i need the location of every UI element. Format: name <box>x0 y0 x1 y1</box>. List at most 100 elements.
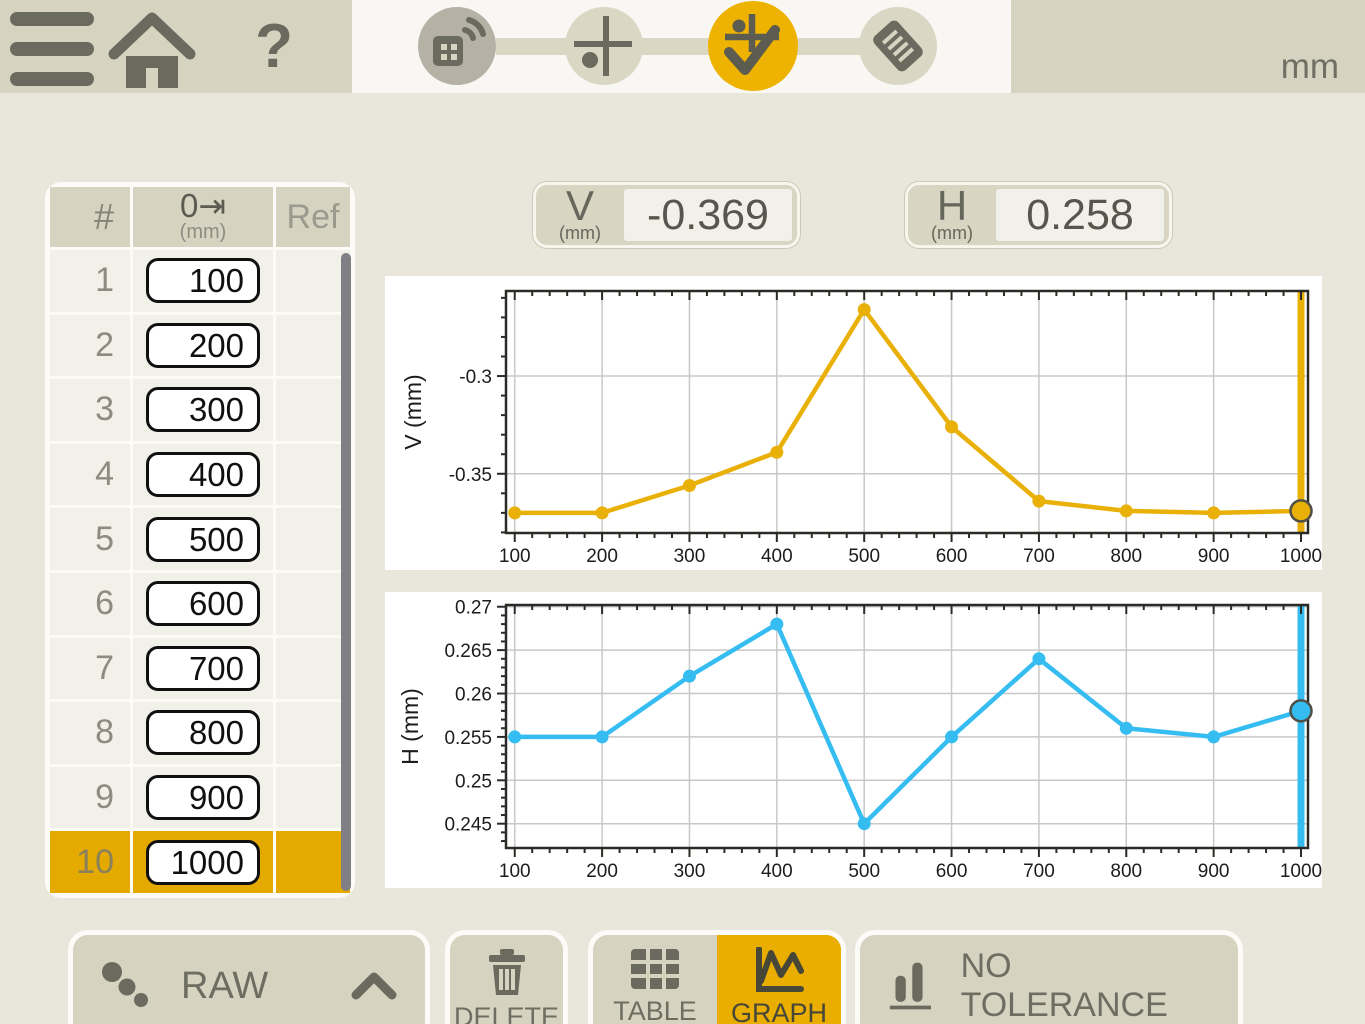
x-tick-label: 700 <box>1023 861 1055 882</box>
distance-value-input[interactable]: 700 <box>146 646 260 691</box>
measurement-table: # 0⇥ (mm) Ref 11002200330044005500660077… <box>45 182 355 898</box>
x-tick-label: 400 <box>761 861 793 882</box>
tolerance-button-label: NO TOLERANCE <box>961 947 1210 1024</box>
y-axis-label: V (mm) <box>400 374 426 449</box>
distance-cell: 800 <box>133 702 273 764</box>
ref-cell <box>276 573 350 635</box>
step-connector <box>796 38 860 55</box>
y-tick-label: -0.35 <box>449 465 492 486</box>
y-axis-label: H (mm) <box>397 688 423 765</box>
distance-value-input[interactable]: 500 <box>146 517 260 562</box>
data-line <box>515 624 1301 824</box>
graph-view-button[interactable]: GRAPH <box>717 935 841 1024</box>
distance-value-input[interactable]: 800 <box>146 710 260 755</box>
step-sensor-connection[interactable] <box>418 7 496 85</box>
data-point <box>1032 495 1045 508</box>
view-toggle: TABLE GRAPH <box>588 930 846 1024</box>
h-chart-panel: 10020030040050060070080090010000.2450.25… <box>385 592 1322 888</box>
distance-value-input[interactable]: 100 <box>146 258 260 303</box>
col-header-ref: Ref <box>276 187 350 247</box>
row-number[interactable]: 4 <box>50 444 130 506</box>
ref-cell <box>276 315 350 377</box>
row-number[interactable]: 1 <box>50 250 130 312</box>
step-report[interactable] <box>859 7 937 85</box>
row-number[interactable]: 6 <box>50 573 130 635</box>
tolerance-button[interactable]: NO TOLERANCE <box>855 930 1243 1024</box>
x-tick-label: 600 <box>936 861 968 882</box>
table-icon <box>629 947 681 991</box>
data-point <box>1120 722 1133 735</box>
y-tick-label: 0.255 <box>444 728 492 749</box>
x-tick-label: 600 <box>936 546 968 567</box>
distance-cell: 700 <box>133 638 273 700</box>
distance-cell: 1000 <box>133 831 273 893</box>
row-number[interactable]: 2 <box>50 315 130 377</box>
home-button[interactable] <box>104 6 200 90</box>
row-number[interactable]: 9 <box>50 767 130 829</box>
distance-value-input[interactable]: 300 <box>146 387 260 432</box>
distance-cell: 300 <box>133 379 273 441</box>
step-connector <box>496 38 566 55</box>
data-point <box>683 670 696 683</box>
ref-cell <box>276 767 350 829</box>
current-data-point <box>1291 700 1312 721</box>
distance-cell: 200 <box>133 315 273 377</box>
y-tick-label: 0.26 <box>455 685 492 706</box>
home-icon <box>104 6 200 90</box>
h-chart[interactable]: 10020030040050060070080090010000.2450.25… <box>385 592 1322 888</box>
distance-cell: 500 <box>133 508 273 570</box>
raw-values-button[interactable]: RAW <box>68 930 430 1024</box>
distance-value-input[interactable]: 600 <box>146 581 260 626</box>
delete-button[interactable]: DELETE <box>445 930 568 1024</box>
row-number[interactable]: 10 <box>50 831 130 893</box>
measure-check-icon <box>717 10 789 82</box>
distance-value-input[interactable]: 400 <box>146 452 260 497</box>
distance-value-input[interactable]: 1000 <box>146 840 260 885</box>
data-point <box>508 730 521 743</box>
data-point <box>683 479 696 492</box>
data-point <box>858 303 871 316</box>
x-tick-label: 900 <box>1198 546 1230 567</box>
y-tick-label: 0.245 <box>444 815 492 836</box>
distance-value-input[interactable]: 900 <box>146 775 260 820</box>
help-button[interactable]: ? <box>244 8 304 88</box>
ref-cell <box>276 444 350 506</box>
y-tick-label: 0.265 <box>444 641 492 662</box>
table-scrollbar[interactable] <box>341 253 351 891</box>
menu-button[interactable] <box>10 10 94 86</box>
v-readout: V (mm) -0.369 <box>533 182 800 248</box>
table-view-button[interactable]: TABLE <box>593 935 717 1024</box>
data-point <box>596 730 609 743</box>
x-tick-label: 200 <box>586 861 618 882</box>
step-measure[interactable] <box>708 1 798 91</box>
row-number[interactable]: 7 <box>50 638 130 700</box>
app-screen: ? <box>0 0 1365 1024</box>
distance-cell: 600 <box>133 573 273 635</box>
v-readout-value: -0.369 <box>624 189 792 241</box>
data-point <box>945 730 958 743</box>
h-readout-label: H (mm) <box>908 185 996 245</box>
v-chart[interactable]: 1002003004005006007008009001000-0.3-0.35… <box>385 276 1322 570</box>
y-tick-label: 0.27 <box>455 598 492 619</box>
data-point <box>1032 652 1045 665</box>
trash-icon <box>485 947 529 997</box>
row-number[interactable]: 8 <box>50 702 130 764</box>
data-point <box>596 506 609 519</box>
x-tick-label: 800 <box>1110 861 1142 882</box>
h-readout: H (mm) 0.258 <box>905 182 1172 248</box>
row-number[interactable]: 5 <box>50 508 130 570</box>
raw-dots-icon <box>101 961 151 1011</box>
hamburger-icon <box>10 12 94 26</box>
x-tick-label: 900 <box>1198 861 1230 882</box>
distance-value-input[interactable]: 200 <box>146 323 260 368</box>
distance-cell: 100 <box>133 250 273 312</box>
row-number[interactable]: 3 <box>50 379 130 441</box>
ref-cell <box>276 638 350 700</box>
data-point <box>1207 506 1220 519</box>
step-alignment[interactable] <box>565 7 643 85</box>
distance-cell: 900 <box>133 767 273 829</box>
unit-label: mm <box>1281 47 1339 87</box>
x-tick-label: 400 <box>761 546 793 567</box>
h-readout-value: 0.258 <box>996 189 1164 241</box>
x-tick-label: 500 <box>848 546 880 567</box>
